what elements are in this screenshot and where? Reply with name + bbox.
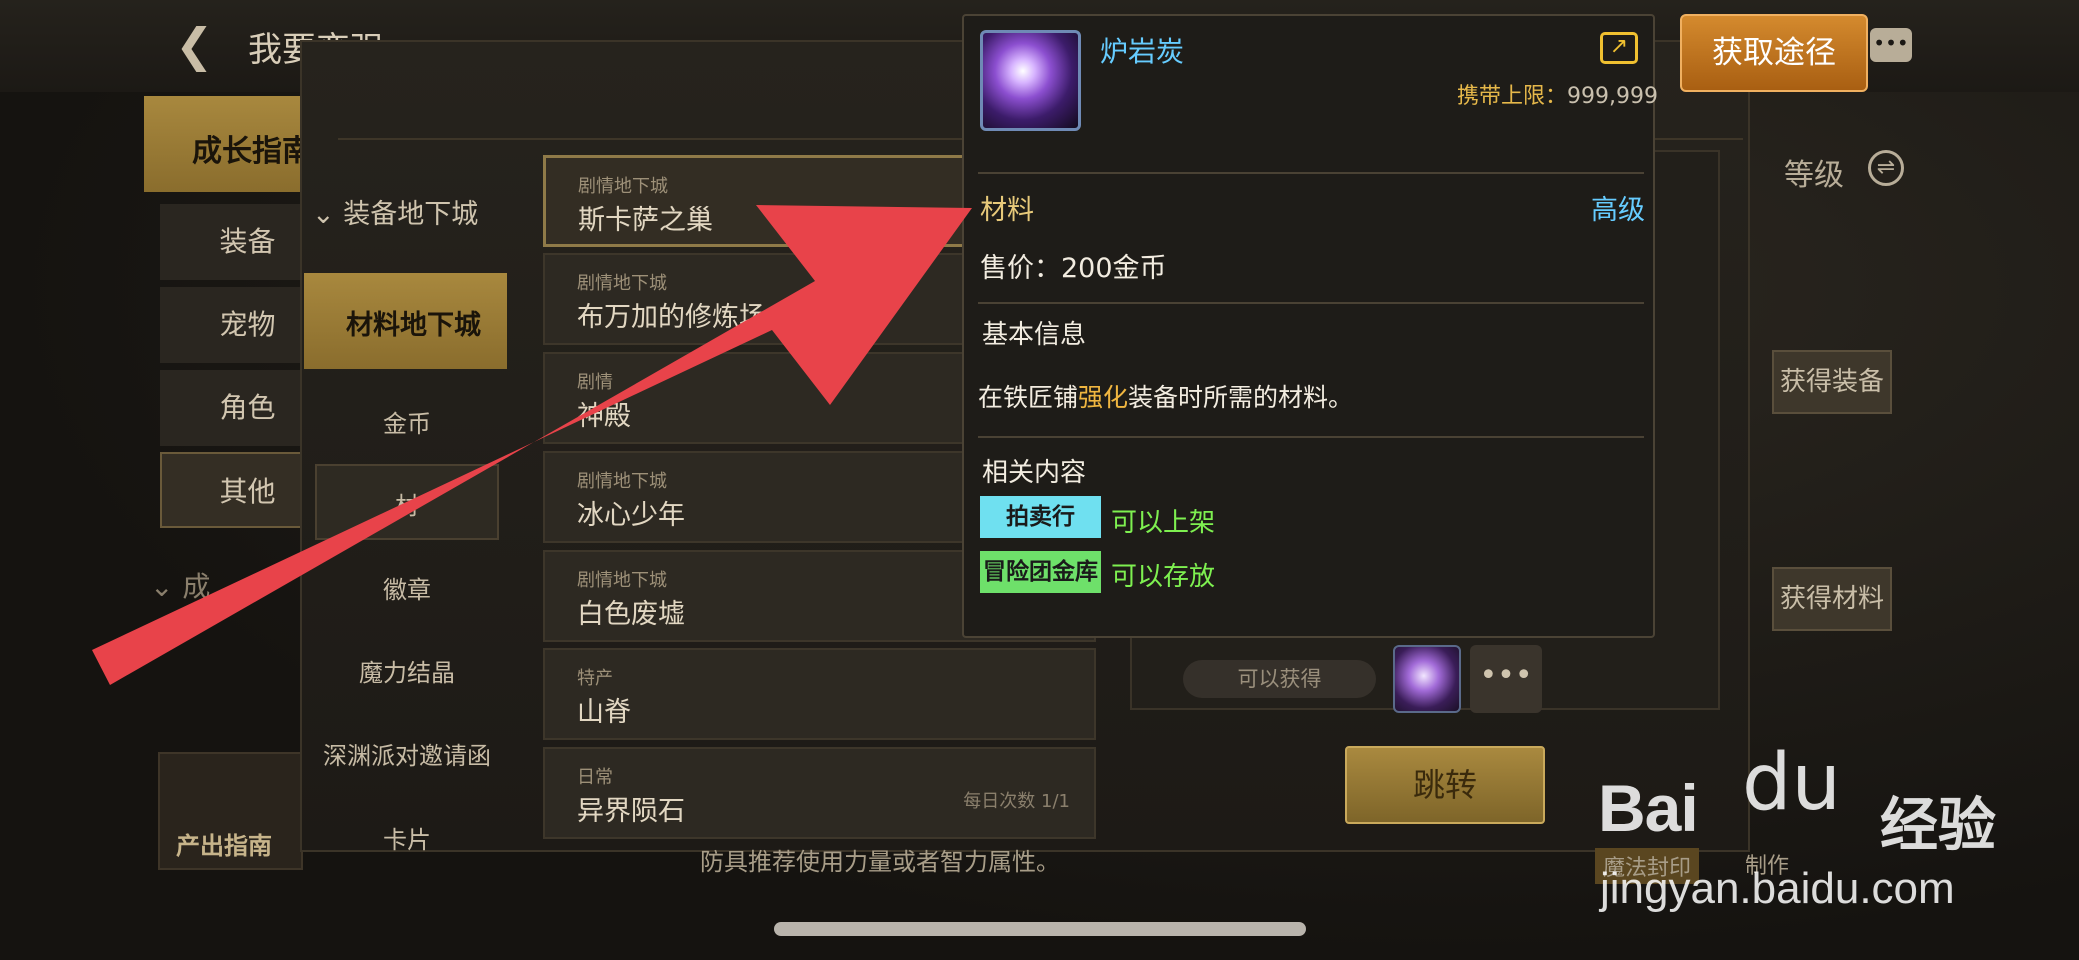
home-indicator[interactable] bbox=[774, 922, 1306, 936]
watermark-cn: 经验 bbox=[1880, 791, 1997, 859]
watermark-logo: Bai bbox=[1598, 771, 1699, 845]
watermark-paw: du bbox=[1742, 738, 1841, 828]
annotation-arrow-shape bbox=[92, 205, 972, 685]
watermark-url: jingyan.baidu.com bbox=[1600, 864, 1955, 913]
